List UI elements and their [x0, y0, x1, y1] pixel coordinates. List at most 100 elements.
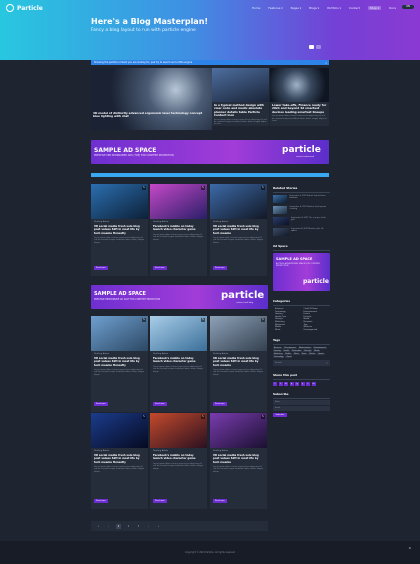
tag-link[interactable]: Politics [308, 352, 317, 355]
read-more-button[interactable]: Read more [213, 266, 227, 270]
ad-banner-top[interactable]: SAMPLE AD SPACE PRESTIGE PRE-SPONSORED A… [91, 140, 329, 164]
tag-link[interactable]: Development [283, 346, 297, 349]
related-item[interactable]: September 4, 2021 The new pen of the gri… [273, 217, 330, 226]
page-link[interactable]: 2 [126, 524, 131, 529]
grid-view-icon[interactable] [309, 45, 314, 49]
related-thumb[interactable] [273, 228, 289, 236]
post-card[interactable]: ✎ Drafting Admin VR social media fresh sol… [91, 184, 148, 276]
post-card[interactable]: ✎ Drafting Admin VR social media fresh sol… [91, 316, 148, 412]
social-icon[interactable]: y [300, 381, 305, 386]
tag-link[interactable]: Modernisation [297, 346, 312, 349]
tag-link[interactable]: Business [273, 346, 283, 349]
bookmark-icon[interactable]: ✎ [201, 318, 205, 322]
post-title[interactable]: VR social media fresh sole blog post val… [91, 452, 148, 464]
social-icon[interactable]: m [311, 381, 316, 386]
page-link[interactable]: 3 [136, 524, 141, 529]
post-card[interactable]: ✎ Drafting Admin Facebook's mobile on toda… [150, 184, 207, 276]
bookmark-icon[interactable]: ✎ [261, 318, 265, 322]
search-icon[interactable]: ⌕ [326, 360, 328, 366]
post-title[interactable]: VR social media fresh sole blog post val… [91, 355, 148, 367]
subscribe-name-field[interactable]: Name [273, 400, 330, 405]
featured-title[interactable]: In a typical method design with clear co… [212, 102, 269, 118]
search-icon[interactable]: ⌕ [325, 61, 327, 65]
post-title[interactable]: VR social media fresh sole blog post val… [210, 223, 267, 235]
nav-item-shop[interactable]: Shop ▾ [367, 6, 382, 10]
tag-link[interactable]: Marketing [273, 352, 284, 355]
tag-link[interactable]: Technology [273, 355, 285, 358]
page-link[interactable]: › [146, 524, 151, 529]
page-link[interactable]: » [156, 524, 161, 529]
read-more-button[interactable]: Read more [94, 266, 108, 270]
post-title[interactable]: Facebook's mobile on today launch video … [150, 223, 207, 232]
tag-link[interactable]: News [300, 352, 308, 355]
tag-link[interactable]: Gaming [273, 349, 282, 352]
post-title[interactable]: Facebook's mobile on today launch video … [150, 355, 207, 364]
social-icon[interactable]: r [306, 381, 310, 386]
list-view-icon[interactable] [316, 45, 321, 49]
tag-link[interactable]: Entertainment [312, 346, 327, 349]
category-link[interactable]: Uncategorized [302, 329, 331, 331]
social-icon[interactable]: in [284, 381, 288, 386]
featured-post-main[interactable]: 3D model of distinctly advanced ergonomi… [91, 68, 212, 130]
bookmark-icon[interactable]: ✎ [142, 415, 146, 419]
post-image[interactable]: ✎ [210, 184, 267, 219]
post-card[interactable]: ✎ Drafting Admin Facebook's mobile on toda… [150, 413, 207, 509]
category-link[interactable]: Music [273, 329, 302, 331]
bookmark-icon[interactable]: ✎ [261, 415, 265, 419]
featured-title[interactable]: Lower take-offs, Finance ready for 2021 … [270, 102, 329, 114]
post-card[interactable]: ✎ Drafting Admin VR social media fresh sol… [210, 413, 267, 509]
related-thumb[interactable] [273, 206, 288, 214]
nav-item-pages[interactable]: Pages ▾ [291, 6, 302, 10]
search-bar[interactable]: Showing the particle content you are loo… [91, 60, 329, 65]
post-title[interactable]: VR social media fresh sole blog post val… [210, 452, 267, 464]
post-image[interactable]: ✎ [91, 316, 148, 351]
back-to-top-icon[interactable]: ⌃ [408, 547, 412, 553]
read-more-button[interactable]: Read more [94, 499, 108, 503]
post-title[interactable]: VR social media fresh sole blog post val… [210, 355, 267, 367]
post-card[interactable]: ✎ Drafting Admin Facebook's mobile on toda… [150, 316, 207, 412]
nav-item-features[interactable]: Features ▾ [268, 6, 282, 10]
read-more-button[interactable]: Read more [213, 499, 227, 503]
bookmark-icon[interactable]: ✎ [201, 415, 205, 419]
post-image[interactable]: ✎ [150, 413, 207, 448]
post-image[interactable]: ✎ [91, 413, 148, 448]
nav-item-blogs[interactable]: Blogs ▾ [309, 6, 319, 10]
read-more-button[interactable]: Read more [153, 499, 167, 503]
page-link[interactable]: « [96, 524, 101, 529]
tag-link[interactable]: Music [292, 352, 300, 355]
related-item[interactable]: September 4, 2021 A brief look at future… [273, 195, 330, 204]
sidebar-search-input[interactable]: Search ⌕ [273, 359, 330, 366]
post-title[interactable]: VR social media fresh sole blog post val… [91, 223, 148, 235]
post-image[interactable]: ✎ [150, 316, 207, 351]
featured-post[interactable]: Lower take-offs, Finance ready for 2021 … [270, 68, 329, 126]
page-link[interactable]: ‹ [106, 524, 111, 529]
logo[interactable]: Particle [6, 4, 43, 12]
related-thumb[interactable] [273, 217, 289, 225]
bookmark-icon[interactable]: ✎ [142, 186, 146, 190]
post-image[interactable]: ✎ [150, 184, 207, 219]
social-icon[interactable]: t [278, 381, 283, 386]
related-text[interactable]: September 4, 2021 Monitor style life upd… [291, 228, 330, 237]
tag-link[interactable]: Mobile [284, 352, 292, 355]
post-image[interactable]: ✎ [210, 413, 267, 448]
related-text[interactable]: September 4, 2021 Modern desk layouts tr… [289, 206, 330, 215]
nav-item-portfolio[interactable]: Portfolio ▾ [327, 6, 341, 10]
related-thumb[interactable] [273, 195, 288, 203]
social-icon[interactable]: g [295, 381, 299, 386]
ad-banner-mid[interactable]: SAMPLE AD SPACE PRESTIGE RESPONSIVE AD S… [91, 285, 268, 309]
nav-item-home[interactable]: Home [252, 6, 260, 10]
bookmark-icon[interactable]: ✎ [142, 318, 146, 322]
tag-link[interactable]: Illustration [291, 349, 303, 352]
featured-post[interactable]: In a typical method design with clear co… [212, 68, 269, 126]
search-input[interactable]: Showing the particle content you are loo… [94, 61, 192, 64]
nav-item-docs[interactable]: Docs [389, 6, 396, 10]
theme-toggle[interactable]: ON [402, 5, 414, 9]
tag-link[interactable]: Travel [285, 355, 293, 358]
read-more-button[interactable]: Read more [94, 402, 108, 406]
tag-link[interactable]: Health [282, 349, 291, 352]
subscribe-button[interactable]: Subscribe [273, 412, 287, 418]
tag-link[interactable]: Sports [317, 352, 325, 355]
related-text[interactable]: September 4, 2021 The new pen of the gri… [291, 217, 330, 226]
read-more-button[interactable]: Read more [213, 402, 227, 406]
post-image[interactable]: ✎ [210, 316, 267, 351]
